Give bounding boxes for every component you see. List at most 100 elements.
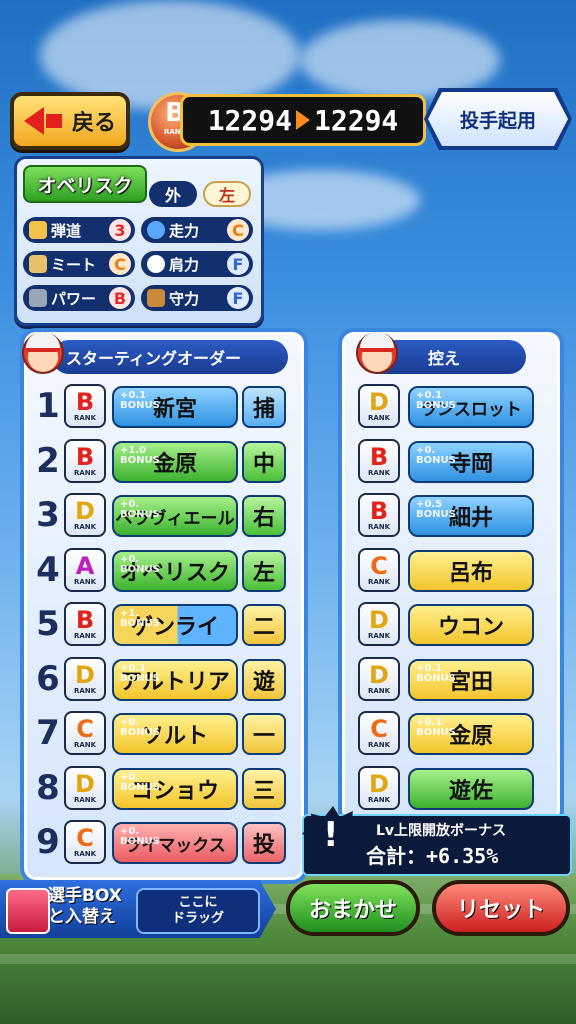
player-name-card[interactable]: +0. BONUS コショウ xyxy=(112,767,238,810)
player-name-card[interactable]: +0. BONUS ソルト xyxy=(112,713,238,755)
player-name-card[interactable]: +0.1 BONUS 宮田 xyxy=(408,658,534,701)
score-before: 12294 xyxy=(207,103,292,137)
rank-letter: C xyxy=(76,824,94,852)
batting-order-number: 4 xyxy=(36,549,60,590)
batting-order-number: 5 xyxy=(36,604,60,644)
rank-letter: C xyxy=(76,715,94,743)
rank-word: RANK xyxy=(367,741,391,749)
stat-grade: F xyxy=(227,287,249,309)
player-name-card[interactable]: +0. BONUS ライマックス xyxy=(112,822,238,864)
field-position-box[interactable]: 右 xyxy=(242,495,286,537)
field-position-box[interactable]: 投 xyxy=(242,822,286,864)
lineup-row[interactable]: 7 C RANK +0. BONUS ソルト一 xyxy=(36,709,292,759)
player-hand: 左 xyxy=(203,181,251,207)
field-position-box[interactable]: 捕 xyxy=(242,386,286,428)
drag-here-zone[interactable]: ここに ドラッグ xyxy=(136,888,260,934)
player-name-card[interactable]: +1.0 BONUS 金原 xyxy=(112,440,238,483)
player-name-card[interactable]: +0.1 BONUS アルトリア xyxy=(112,658,238,701)
dumbbell-icon xyxy=(29,289,47,307)
player-name-card[interactable]: +0.1 BONUS ランスロット xyxy=(408,386,534,428)
player-rank-badge: D RANK xyxy=(64,765,106,810)
bonus-tag: +0.1 BONUS xyxy=(120,662,160,684)
lineup-row[interactable]: 8 D RANK +0. BONUS コショウ三 xyxy=(36,764,292,814)
rank-letter: C xyxy=(370,551,388,580)
player-rank-badge: B RANK xyxy=(358,493,400,537)
rank-word: RANK xyxy=(73,414,97,422)
lineup-row[interactable]: 6 D RANK +0.1 BONUS アルトリア遊 xyxy=(36,655,292,705)
bench-row[interactable]: C RANK 呂布 xyxy=(356,546,540,596)
rank-word: RANK xyxy=(73,523,97,531)
stat-contact: ミート C xyxy=(23,251,135,277)
player-name-card[interactable]: +0. BONUS 寺岡 xyxy=(408,440,534,483)
bonus-tag: +0. BONUS xyxy=(120,717,160,738)
bonus-tag: +0. BONUS xyxy=(120,771,160,793)
player-name-card[interactable]: +1. BONUS ゲンライ xyxy=(112,604,238,646)
player-name-card[interactable]: +0.1 BONUS 金原 xyxy=(408,713,534,755)
bench-row[interactable]: D RANK 遊佐 xyxy=(356,764,540,814)
reset-button[interactable]: リセット xyxy=(432,880,570,936)
field-position-box[interactable]: 遊 xyxy=(242,658,286,701)
lineup-row[interactable]: 2 B RANK +1.0 BONUS 金原中 xyxy=(36,437,292,487)
batting-order-number: 2 xyxy=(36,440,60,481)
rank-word: RANK xyxy=(73,632,97,640)
player-rank-badge: D RANK xyxy=(64,656,106,701)
stat-power: パワー B xyxy=(23,285,135,311)
player-name-card[interactable]: 遊佐 xyxy=(408,767,534,810)
mascot-avatar xyxy=(356,332,398,374)
glove-icon xyxy=(147,289,165,307)
stat-grade: F xyxy=(227,253,249,275)
lineup-row[interactable]: 9 C RANK +0. BONUS ライマックス投 xyxy=(36,818,292,868)
stat-grade: C xyxy=(227,219,249,241)
rank-word: RANK xyxy=(73,741,97,749)
bench-row[interactable]: D RANK +0.1 BONUS 宮田 xyxy=(356,655,540,705)
field-position-box[interactable]: 三 xyxy=(242,767,286,810)
mascot-avatar xyxy=(22,332,64,374)
rank-letter: B xyxy=(75,606,95,634)
player-name-card[interactable]: ウコン xyxy=(408,604,534,646)
arrow-left-icon xyxy=(23,107,44,135)
bench-row[interactable]: D RANK ウコン xyxy=(356,600,540,650)
rank-letter: A xyxy=(75,551,95,580)
player-name-card[interactable]: +0. BONUS オベリスク xyxy=(112,549,238,592)
bat-trajectory-icon xyxy=(29,221,47,239)
bonus-tag: +0. BONUS xyxy=(120,553,160,575)
bench-row[interactable]: D RANK +0.1 BONUS ランスロット xyxy=(356,382,540,432)
pitcher-assign-button[interactable]: 投手起用 xyxy=(428,92,568,146)
player-rank-badge: B RANK xyxy=(64,384,106,428)
rank-letter: D xyxy=(75,497,95,525)
rank-word: RANK xyxy=(73,850,97,858)
player-rank-badge: D RANK xyxy=(358,602,400,646)
stat-grade: C xyxy=(109,253,131,275)
player-name-card[interactable]: 呂布 xyxy=(408,549,534,592)
player-name-card[interactable]: +0.1 BONUS 新宮 xyxy=(112,386,238,428)
batting-order-number: 1 xyxy=(36,386,60,426)
bonus-tag: +0.1 BONUS xyxy=(416,662,456,684)
field-position-box[interactable]: 左 xyxy=(242,549,286,592)
lineup-row[interactable]: 1 B RANK +0.1 BONUS 新宮捕 xyxy=(36,382,292,432)
bonus-total: 合計：+6.35% xyxy=(366,844,499,868)
rank-word: RANK xyxy=(73,468,97,477)
bench-row[interactable]: B RANK +0.5 BONUS 細井 xyxy=(356,491,540,541)
rank-word: RANK xyxy=(367,577,391,586)
player-info-panel: オベリスク 外 左 弾道 3 走力 C ミート C 肩力 F パワー B 守力 … xyxy=(14,156,264,326)
player-rank-badge: C RANK xyxy=(358,711,400,755)
bonus-tag: +0.1 BONUS xyxy=(416,390,456,411)
player-rank-badge: A RANK xyxy=(64,547,106,592)
player-rank-badge: D RANK xyxy=(64,493,106,537)
back-button[interactable]: 戻る xyxy=(10,92,130,150)
bench-row[interactable]: C RANK +0.1 BONUS 金原 xyxy=(356,709,540,759)
player-name-card[interactable]: +0.5 BONUS 細井 xyxy=(408,495,534,537)
lineup-row[interactable]: 3 D RANK +0. BONUS ペラヴィエール右 xyxy=(36,491,292,541)
rank-letter: B xyxy=(75,388,95,416)
rank-letter: B xyxy=(369,442,389,471)
field-position-box[interactable]: 一 xyxy=(242,713,286,755)
player-rank-badge: D RANK xyxy=(358,656,400,701)
player-name-card[interactable]: +0. BONUS ペラヴィエール xyxy=(112,495,238,537)
field-position-box[interactable]: 中 xyxy=(242,440,286,483)
lineup-row[interactable]: 4 A RANK +0. BONUS オベリスク左 xyxy=(36,546,292,596)
lineup-row[interactable]: 5 B RANK +1. BONUS ゲンライ二 xyxy=(36,600,292,650)
bonus-tag: +1. BONUS xyxy=(120,608,160,629)
bench-row[interactable]: B RANK +0. BONUS 寺岡 xyxy=(356,437,540,487)
field-position-box[interactable]: 二 xyxy=(242,604,286,646)
auto-assign-button[interactable]: おまかせ xyxy=(286,880,420,936)
